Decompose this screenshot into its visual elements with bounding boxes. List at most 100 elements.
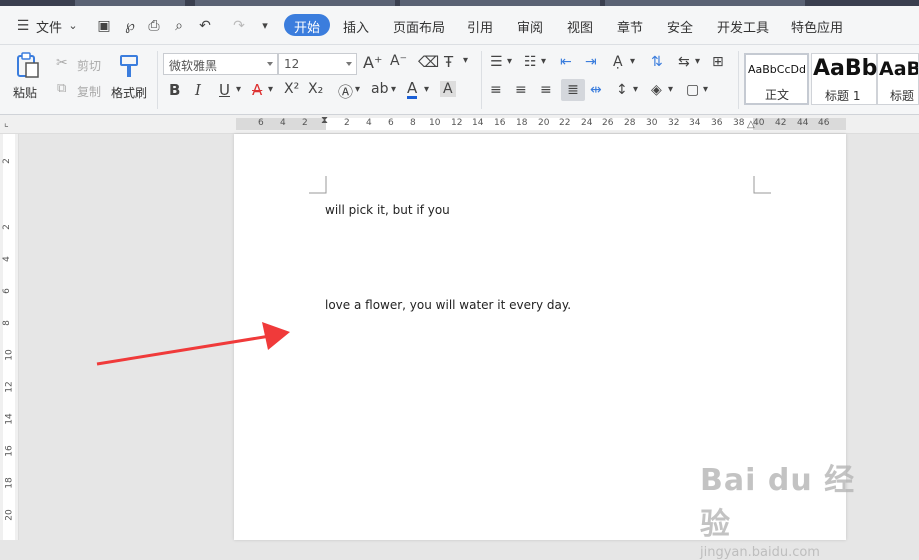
- ruler-tick-label: 2: [302, 118, 308, 128]
- strikethrough-dropdown-icon[interactable]: ▾: [268, 84, 273, 95]
- paragraph-shading-icon[interactable]: ◈: [651, 82, 662, 98]
- decrease-indent-icon[interactable]: ⇤: [560, 54, 572, 70]
- tab-developer-tools[interactable]: 开发工具: [717, 17, 769, 36]
- increase-indent-icon[interactable]: ⇥: [585, 54, 597, 70]
- align-right-icon[interactable]: ≡: [540, 82, 552, 98]
- text-outline-dropdown-icon[interactable]: ▾: [355, 84, 360, 95]
- distributed-align-icon[interactable]: ⇹: [590, 82, 602, 98]
- vertical-ruler-tick-label: 10: [4, 349, 15, 361]
- tab-security[interactable]: 安全: [667, 17, 693, 36]
- tab-home[interactable]: 开始: [284, 14, 331, 36]
- numbered-list-dropdown-icon[interactable]: ▾: [541, 56, 546, 67]
- style-heading-1[interactable]: AaBb 标题 1: [811, 53, 877, 105]
- redo-icon[interactable]: ↷: [230, 17, 248, 35]
- print-preview-icon[interactable]: ⌕: [170, 17, 188, 35]
- bullet-list-dropdown-icon[interactable]: ▾: [507, 56, 512, 67]
- character-shading-icon[interactable]: A: [440, 81, 456, 97]
- quick-access-dropdown-icon[interactable]: ▾: [256, 17, 274, 35]
- watermark-url: jingyan.baidu.com: [700, 545, 820, 560]
- font-size-value: 12: [284, 57, 300, 71]
- output-pdf-icon[interactable]: ℘: [121, 17, 139, 35]
- vertical-ruler-tick-label: 16: [4, 445, 15, 457]
- copy-icon: ⧉: [57, 81, 67, 96]
- format-painter-button[interactable]: 格式刷: [111, 84, 147, 101]
- show-hide-marks-icon[interactable]: ⇆: [678, 54, 690, 70]
- tab-special-features[interactable]: 特色应用: [791, 17, 843, 36]
- line-spacing-icon[interactable]: ↕: [616, 82, 628, 98]
- borders-dropdown-icon[interactable]: ▾: [703, 84, 708, 95]
- ruler-tick-label: 32: [668, 118, 680, 128]
- print-icon[interactable]: ⎙: [145, 17, 163, 35]
- paragraph-2[interactable]: love a flower, you will water it every d…: [325, 298, 571, 312]
- increase-font-size-icon[interactable]: A⁺: [363, 53, 382, 72]
- table-grid-icon[interactable]: ⊞: [712, 54, 724, 70]
- highlight-icon[interactable]: ab: [371, 81, 388, 97]
- copy-button[interactable]: 复制: [77, 83, 101, 100]
- shading-dropdown-icon[interactable]: ▾: [668, 84, 673, 95]
- file-menu[interactable]: 文件: [36, 17, 62, 36]
- change-case-dropdown-icon[interactable]: ▾: [630, 56, 635, 67]
- ruler-tick-label: 18: [516, 118, 528, 128]
- ruler-tick-label: 16: [494, 118, 506, 128]
- tab-insert[interactable]: 插入: [343, 17, 369, 36]
- ruler-tick-label: 36: [711, 118, 723, 128]
- tab-review[interactable]: 审阅: [517, 17, 543, 36]
- text-effects-dropdown-icon[interactable]: ▾: [463, 55, 468, 66]
- cut-button[interactable]: 剪切: [77, 57, 101, 74]
- line-spacing-dropdown-icon[interactable]: ▾: [633, 84, 638, 95]
- vertical-ruler[interactable]: 2 2 4 6 8 10 12 14 16 18 20: [0, 134, 19, 540]
- decrease-font-size-icon[interactable]: A⁻: [390, 53, 407, 69]
- style-normal[interactable]: AaBbCcDd 正文: [744, 53, 809, 105]
- style-heading[interactable]: AaB 标题: [877, 53, 919, 105]
- strikethrough-icon[interactable]: A: [252, 81, 262, 99]
- align-left-icon[interactable]: ≡: [490, 82, 502, 98]
- file-dropdown-chevron-icon[interactable]: ⌄: [64, 17, 82, 35]
- font-color-dropdown-icon[interactable]: ▾: [424, 84, 429, 95]
- menu-bar: ☰ 文件 ⌄ ▣ ℘ ⎙ ⌕ ↶ ↷ ▾ 开始 插入 页面布局 引用 审阅 视图…: [0, 6, 919, 45]
- clear-format-icon[interactable]: ⌫: [418, 53, 439, 71]
- font-color-icon[interactable]: A: [407, 80, 418, 99]
- hamburger-menu-icon[interactable]: ☰: [14, 17, 32, 35]
- first-line-indent-marker-icon[interactable]: ⧗: [321, 115, 328, 126]
- bullet-list-icon[interactable]: ☰: [490, 54, 503, 70]
- superscript-icon[interactable]: X²: [284, 81, 299, 97]
- tab-references[interactable]: 引用: [467, 17, 493, 36]
- italic-icon[interactable]: I: [195, 81, 201, 99]
- paste-button-label[interactable]: 粘贴: [13, 84, 37, 101]
- tab-stop-selector-icon[interactable]: ⌞: [4, 118, 9, 129]
- change-case-icon[interactable]: Ạ: [613, 54, 623, 70]
- text-outline-icon[interactable]: Ⓐ: [338, 81, 353, 102]
- underline-dropdown-icon[interactable]: ▾: [236, 84, 241, 95]
- numbered-list-icon[interactable]: ☷: [524, 54, 537, 70]
- vertical-ruler-tick-label: 2: [1, 224, 12, 230]
- paragraph-1[interactable]: will pick it, but if you: [325, 203, 450, 217]
- text-effects-icon[interactable]: Ŧ: [444, 53, 453, 71]
- font-name-select[interactable]: 微软雅黑: [163, 53, 278, 75]
- horizontal-ruler[interactable]: ⌞ 6 4 2 2 4 6 8 10 12 14 16 18 20 22 24 26 28 30 32 34 36 38 4…: [0, 115, 919, 134]
- undo-icon[interactable]: ↶: [196, 17, 214, 35]
- right-indent-marker-icon[interactable]: △: [747, 119, 755, 130]
- ruler-tick-label: 22: [559, 118, 571, 128]
- align-center-icon[interactable]: ≡: [515, 82, 527, 98]
- font-name-dropdown-icon: [267, 62, 273, 66]
- tab-chapter[interactable]: 章节: [617, 17, 643, 36]
- tab-page-layout[interactable]: 页面布局: [393, 17, 445, 36]
- underline-icon[interactable]: U: [219, 81, 230, 99]
- font-size-dropdown-icon: [346, 62, 352, 66]
- bold-icon[interactable]: B: [169, 81, 180, 99]
- paste-icon[interactable]: [14, 51, 42, 79]
- show-hide-marks-dropdown-icon[interactable]: ▾: [695, 56, 700, 67]
- save-icon[interactable]: ▣: [95, 17, 113, 35]
- borders-icon[interactable]: ▢: [686, 82, 699, 98]
- format-painter-icon[interactable]: [117, 53, 141, 79]
- subscript-icon[interactable]: X₂: [308, 81, 323, 97]
- vertical-ruler-tick-label: 8: [1, 320, 12, 326]
- font-size-select[interactable]: 12: [278, 53, 357, 75]
- highlight-dropdown-icon[interactable]: ▾: [391, 84, 396, 95]
- tab-view[interactable]: 视图: [567, 17, 593, 36]
- ruler-tick-label: 30: [646, 118, 658, 128]
- ruler-tick-label: 8: [410, 118, 416, 128]
- vertical-ruler-tick-label: 4: [1, 256, 12, 262]
- sort-icon[interactable]: ⇅: [651, 54, 663, 70]
- align-justify-icon[interactable]: ≣: [561, 79, 585, 101]
